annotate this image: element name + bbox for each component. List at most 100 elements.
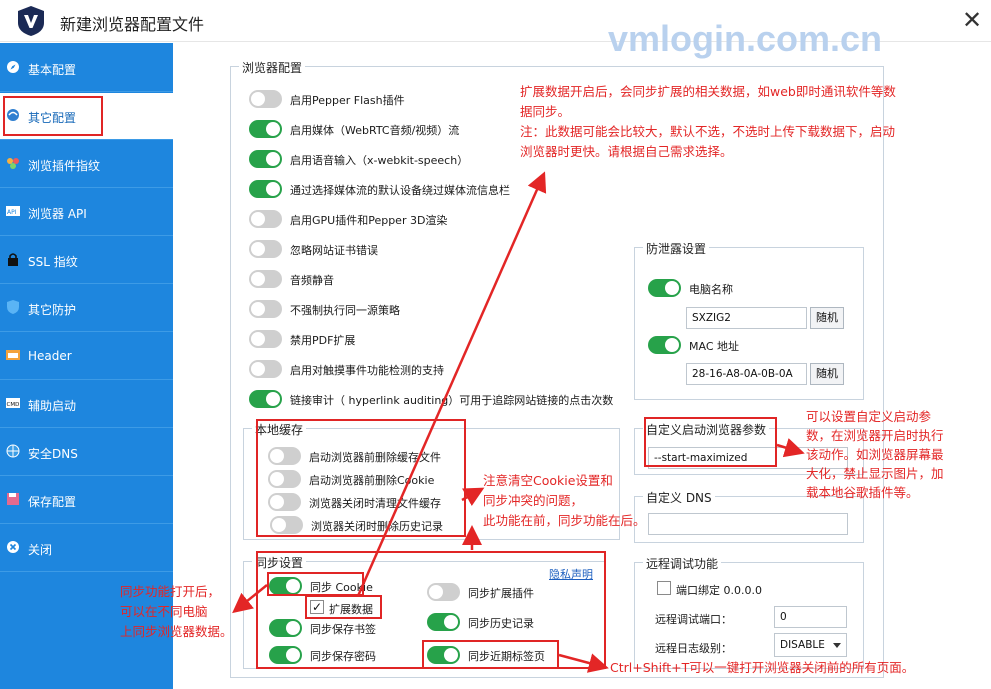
shield-icon [6,300,20,314]
port-bind-checkbox[interactable] [657,581,671,595]
svg-text:CMD: CMD [7,402,20,408]
cmd-icon: CMD [6,396,20,410]
browser-toggle-switch[interactable] [249,360,282,378]
sidebar-item-launch-assist[interactable]: CMD 辅助启动 [0,381,173,428]
annotation-line: 数，在浏览器开启时执行 [806,428,944,443]
log-level-label: 远程日志级别： [655,642,732,655]
close-circle-icon [6,540,20,554]
sidebar-item-close[interactable]: 关闭 [0,525,173,572]
toggle-label: 启用Pepper Flash插件 [290,94,405,107]
toggle-label: 启用对触摸事件功能检测的支持 [290,364,444,377]
port-bind-label: 端口绑定 0.0.0.0 [676,584,762,597]
toggle-label: 音频静音 [290,274,334,287]
annotation-line: 大化，禁止显示图片，加 [806,466,944,481]
browser-toggle-switch[interactable] [249,210,282,228]
debug-port-label: 远程调试端口： [655,613,732,626]
sidebar-item-label: SSL 指纹 [28,255,78,269]
svg-text:API: API [7,209,17,216]
toggle-label: 启用语音输入（x-webkit-speech） [290,154,469,167]
highlight-recent-tabs [422,640,559,669]
lock-icon [6,252,20,266]
browser-toggle-switch[interactable] [249,330,282,348]
browser-toggle-switch[interactable] [249,240,282,258]
close-window-button[interactable]: ✕ [958,6,986,34]
annotation-line: 可以设置自定义启动参 [806,409,932,424]
highlight-local-cache [256,419,466,537]
app-logo-icon [17,5,45,37]
annotation-extension-data: 扩展数据开启后，会同步扩展的相关数据，如web即时通讯软件等数 据同步。 注：此… [520,82,980,162]
computer-name-toggle[interactable] [648,279,681,297]
annotation-line: 该动作。如浏览器屏幕最 [806,447,944,462]
debug-port-input[interactable]: 0 [774,606,847,628]
puzzle-icon [6,156,20,170]
annotation-custom-params: 可以设置自定义启动参 数，在浏览器开启时执行 该动作。如浏览器屏幕最 大化，禁止… [806,407,986,502]
toggle-label: 通过选择媒体流的默认设备绕过媒体流信息栏 [290,184,510,197]
annotation-line: 上同步浏览器数据。 [120,624,233,639]
sidebar-item-header[interactable]: Header [0,333,173,380]
browser-toggle-switch[interactable] [249,120,282,138]
highlight-extension-data [305,595,382,619]
browser-toggle-switch[interactable] [249,390,282,408]
annotation-line: 注意清空Cookie设置和 [483,473,613,488]
toggle-label: MAC 地址 [689,340,739,353]
browser-toggle-switch[interactable] [249,180,282,198]
log-level-value: DISABLE [780,639,825,651]
highlight-sync-cookie [267,572,364,596]
sidebar-item-label: 其它防护 [28,303,77,317]
mac-address-field[interactable]: 28-16-A8-0A-0B-0A [686,363,807,385]
sidebar-item-protection[interactable]: 其它防护 [0,285,173,332]
computer-name-field[interactable]: SXZIG2 [686,307,807,329]
sidebar-item-label: Header [28,349,72,363]
annotation-line: 载本地谷歌插件等。 [806,485,919,500]
sidebar-item-secure-dns[interactable]: 安全DNS [0,429,173,476]
toggle-label: 忽略网站证书错误 [290,244,378,257]
annotation-line: 据同步。 [520,104,571,119]
log-level-select[interactable]: DISABLE [774,633,847,657]
sidebar-item-label: 安全DNS [28,447,78,461]
sidebar-item-label: 保存配置 [28,495,77,509]
toggle-label: 电脑名称 [689,283,733,296]
annotation-line: 浏览器时更快。请根据自己需求选择。 [520,144,733,159]
random-computer-name-button[interactable]: 随机 [810,307,844,329]
highlight-custom-params [644,417,777,467]
sidebar-item-label: 辅助启动 [28,399,77,413]
window-title: 新建浏览器配置文件 [60,15,205,34]
chevron-down-icon [833,643,841,648]
toggle-label: 不强制执行同一源策略 [290,304,400,317]
sidebar-item-browser-api[interactable]: API 浏览器 API [0,189,173,236]
watermark: vmlogin.com.cn [608,18,883,59]
compass-icon [6,60,20,74]
annotation-line: 此功能在前，同步功能在后。 [483,513,646,528]
browser-toggle-switch[interactable] [249,90,282,108]
annotation-line: 注：此数据可能会比较大，默认不选，不选时上传下载数据下，启动 [520,124,896,139]
group-title: 防泄露设置 [643,240,710,257]
highlight-other-config [3,96,103,136]
browser-toggle-switch[interactable] [249,270,282,288]
annotation-line: 可以在不同电脑 [120,604,208,619]
toggle-label: 禁用PDF扩展 [290,334,356,347]
toggle-label: 启用媒体（WebRTC音频/视频）流 [290,124,460,137]
floppy-icon [6,492,20,506]
sidebar-item-save[interactable]: 保存配置 [0,477,173,524]
group-title: 远程调试功能 [643,555,722,572]
annotation-cookie-conflict: 注意清空Cookie设置和 同步冲突的问题， 此功能在前，同步功能在后。 [483,471,683,531]
random-mac-button[interactable]: 随机 [810,363,844,385]
browser-toggle-switch[interactable] [249,150,282,168]
browser-toggle-switch[interactable] [249,300,282,318]
dns-globe-icon [6,444,20,458]
annotation-sync-enabled: 同步功能打开后， 可以在不同电脑 上同步浏览器数据。 [120,582,260,642]
annotation-line: 扩展数据开启后，会同步扩展的相关数据，如web即时通讯软件等数 [520,84,896,99]
annotation-line: 同步冲突的问题， [483,493,584,508]
sidebar-item-label: 浏览插件指纹 [28,159,101,173]
api-icon: API [6,204,20,218]
sidebar-item-label: 基本配置 [28,63,77,77]
header-icon [6,348,20,362]
sidebar-item-basic[interactable]: 基本配置 [0,45,173,92]
toggle-label: 链接审计（ hyperlink auditing）可用于追踪网站链接的点击次数 [290,394,614,407]
sidebar-item-label: 关闭 [28,543,53,557]
mac-toggle[interactable] [648,336,681,354]
sidebar-item-label: 浏览器 API [28,207,87,221]
group-title: 浏览器配置 [239,59,306,76]
sidebar-item-plugin-fingerprint[interactable]: 浏览插件指纹 [0,141,173,188]
sidebar-item-ssl[interactable]: SSL 指纹 [0,237,173,284]
